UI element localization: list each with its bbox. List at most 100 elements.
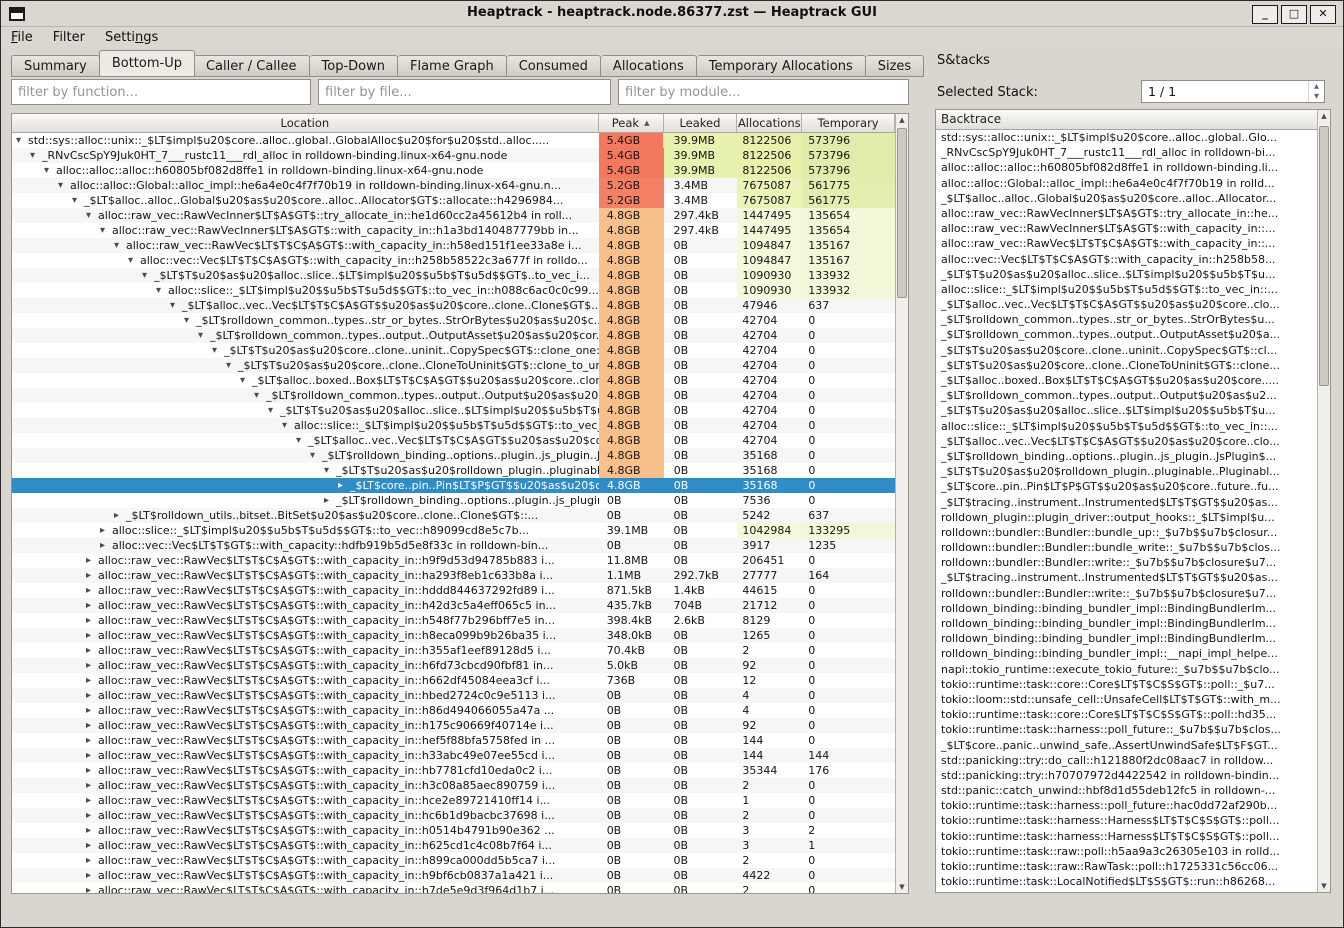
- expander-closed-icon[interactable]: ▸: [86, 703, 98, 718]
- backtrace-frame[interactable]: _$LT$alloc..boxed..Box$LT$T$C$A$GT$$u20$…: [936, 373, 1317, 388]
- backtrace-frame[interactable]: std::sys::alloc::unix::_$LT$impl$u20$cor…: [936, 130, 1317, 145]
- scroll-up-icon[interactable]: ▲: [1318, 110, 1330, 122]
- expander-open-icon[interactable]: ▾: [212, 343, 224, 358]
- column-header-leaked[interactable]: Leaked: [664, 114, 738, 133]
- table-row[interactable]: ▾_$LT$rolldown_common..types..output..Ou…: [12, 328, 895, 343]
- expander-closed-icon[interactable]: ▸: [86, 868, 98, 883]
- backtrace-frame[interactable]: _$LT$core..pin..Pin$LT$P$GT$$u20$as$u20$…: [936, 479, 1317, 494]
- tab-top-down[interactable]: Top-Down: [310, 55, 398, 77]
- table-row[interactable]: ▸_$LT$core..pin..Pin$LT$P$GT$$u20$as$u20…: [12, 478, 895, 493]
- expander-open-icon[interactable]: ▾: [240, 373, 252, 388]
- expander-closed-icon[interactable]: ▸: [86, 568, 98, 583]
- menu-settings[interactable]: Settings: [95, 27, 168, 49]
- tab-allocations[interactable]: Allocations: [601, 55, 697, 77]
- expander-open-icon[interactable]: ▾: [114, 238, 126, 253]
- expander-open-icon[interactable]: ▾: [310, 448, 322, 463]
- column-header-temporary[interactable]: Temporary: [802, 114, 895, 133]
- column-header-peak[interactable]: Peak▲: [599, 114, 664, 133]
- backtrace-frame[interactable]: alloc::alloc::Global::alloc_impl::he6a4e…: [936, 176, 1317, 191]
- table-row[interactable]: ▸alloc::raw_vec::RawVec$LT$T$C$A$GT$::wi…: [12, 733, 895, 748]
- backtrace-frame[interactable]: tokio::runtime::task::harness::poll_futu…: [936, 798, 1317, 813]
- backtrace-frame[interactable]: rolldown_plugin::plugin_driver::output_h…: [936, 510, 1317, 525]
- table-row[interactable]: ▾_$LT$alloc..alloc..Global$u20$as$u20$co…: [12, 193, 895, 208]
- expander-closed-icon[interactable]: ▸: [86, 658, 98, 673]
- backtrace-frame[interactable]: _$LT$rolldown_common..types..output..Out…: [936, 388, 1317, 403]
- expander-closed-icon[interactable]: ▸: [86, 823, 98, 838]
- table-row[interactable]: ▾_$LT$rolldown_common..types..output..Ou…: [12, 388, 895, 403]
- expander-open-icon[interactable]: ▾: [128, 253, 140, 268]
- scroll-down-icon[interactable]: ▼: [896, 881, 908, 893]
- table-row[interactable]: ▸alloc::raw_vec::RawVec$LT$T$C$A$GT$::wi…: [12, 553, 895, 568]
- table-row[interactable]: ▸_$LT$rolldown_binding..options..plugin.…: [12, 493, 895, 508]
- tab-bottom-up[interactable]: Bottom-Up: [99, 50, 195, 77]
- expander-closed-icon[interactable]: ▸: [86, 853, 98, 868]
- expander-open-icon[interactable]: ▾: [100, 223, 112, 238]
- column-header-location[interactable]: Location: [12, 114, 599, 133]
- backtrace-frame[interactable]: alloc::vec::Vec$LT$T$C$A$GT$::with_capac…: [936, 252, 1317, 267]
- table-row[interactable]: ▸alloc::raw_vec::RawVec$LT$T$C$A$GT$::wi…: [12, 673, 895, 688]
- backtrace-frame[interactable]: _$LT$alloc..vec..Vec$LT$T$C$A$GT$$u20$as…: [936, 297, 1317, 312]
- backtrace-frame[interactable]: rolldown_binding::binding_bundler_impl::…: [936, 631, 1317, 646]
- expander-closed-icon[interactable]: ▸: [114, 508, 126, 523]
- backtrace-frame[interactable]: _$LT$core..panic..unwind_safe..AssertUnw…: [936, 738, 1317, 753]
- backtrace-frame[interactable]: tokio::runtime::task::harness::Harness$L…: [936, 829, 1317, 844]
- expander-closed-icon[interactable]: ▸: [100, 538, 112, 553]
- menu-file[interactable]: File: [1, 27, 43, 49]
- expander-closed-icon[interactable]: ▸: [324, 493, 336, 508]
- minimize-button[interactable]: _: [1252, 5, 1278, 24]
- table-row[interactable]: ▸alloc::raw_vec::RawVec$LT$T$C$A$GT$::wi…: [12, 583, 895, 598]
- table-row[interactable]: ▸alloc::raw_vec::RawVec$LT$T$C$A$GT$::wi…: [12, 763, 895, 778]
- table-row[interactable]: ▾alloc::slice::_$LT$impl$u20$$u5b$T$u5d$…: [12, 418, 895, 433]
- expander-closed-icon[interactable]: ▸: [86, 808, 98, 823]
- table-scrollbar[interactable]: ▲ ▼: [895, 114, 908, 893]
- table-row[interactable]: ▾_$LT$alloc..vec..Vec$LT$T$C$A$GT$$u20$a…: [12, 433, 895, 448]
- tab-consumed[interactable]: Consumed: [507, 55, 601, 77]
- table-row[interactable]: ▾alloc::vec::Vec$LT$T$C$A$GT$::with_capa…: [12, 253, 895, 268]
- menu-filter[interactable]: Filter: [43, 27, 95, 49]
- backtrace-frame[interactable]: _$LT$tracing..instrument..Instrumented$L…: [936, 570, 1317, 585]
- backtrace-frame[interactable]: _RNvCscSpY9Juk0HT_7___rustc11___rdl_allo…: [936, 145, 1317, 160]
- backtrace-frame[interactable]: _$LT$T$u20$as$u20$alloc..slice..$LT$impl…: [936, 267, 1317, 282]
- expander-closed-icon[interactable]: ▸: [86, 613, 98, 628]
- backtrace-frame[interactable]: tokio::runtime::task::raw::poll::h5aa9a3…: [936, 844, 1317, 859]
- backtrace-frame[interactable]: alloc::slice::_$LT$impl$u20$$u5b$T$u5d$$…: [936, 282, 1317, 297]
- backtrace-frame[interactable]: alloc::raw_vec::RawVecInner$LT$A$GT$::wi…: [936, 221, 1317, 236]
- expander-closed-icon[interactable]: ▸: [86, 838, 98, 853]
- table-row[interactable]: ▸alloc::raw_vec::RawVec$LT$T$C$A$GT$::wi…: [12, 568, 895, 583]
- backtrace-scrollbar[interactable]: ▲ ▼: [1317, 110, 1330, 892]
- expander-closed-icon[interactable]: ▸: [86, 688, 98, 703]
- expander-open-icon[interactable]: ▾: [268, 403, 280, 418]
- table-row[interactable]: ▾alloc::alloc::Global::alloc_impl::he6a4…: [12, 178, 895, 193]
- expander-closed-icon[interactable]: ▸: [86, 718, 98, 733]
- table-row[interactable]: ▾alloc::slice::_$LT$impl$u20$$u5b$T$u5d$…: [12, 283, 895, 298]
- backtrace-frame[interactable]: tokio::runtime::task::harness::poll_futu…: [936, 722, 1317, 737]
- table-row[interactable]: ▸alloc::raw_vec::RawVec$LT$T$C$A$GT$::wi…: [12, 838, 895, 853]
- spin-down-icon[interactable]: ▼: [1309, 91, 1324, 101]
- backtrace-frame[interactable]: std::panicking::try::do_call::h121880f2d…: [936, 753, 1317, 768]
- expander-closed-icon[interactable]: ▸: [86, 643, 98, 658]
- table-row[interactable]: ▸alloc::raw_vec::RawVec$LT$T$C$A$GT$::wi…: [12, 658, 895, 673]
- expander-closed-icon[interactable]: ▸: [100, 523, 112, 538]
- expander-open-icon[interactable]: ▾: [72, 193, 84, 208]
- backtrace-frame[interactable]: tokio::runtime::task::harness::Harness$L…: [936, 813, 1317, 828]
- table-row[interactable]: ▾std::sys::alloc::unix::_$LT$impl$u20$co…: [12, 133, 895, 148]
- filter-function-input[interactable]: [11, 79, 311, 105]
- expander-closed-icon[interactable]: ▸: [86, 763, 98, 778]
- backtrace-frame[interactable]: alloc::slice::_$LT$impl$u20$$u5b$T$u5d$$…: [936, 419, 1317, 434]
- table-row[interactable]: ▸alloc::raw_vec::RawVec$LT$T$C$A$GT$::wi…: [12, 883, 895, 893]
- backtrace-frame[interactable]: std::panic::catch_unwind::hbf8d1d55deb12…: [936, 783, 1317, 798]
- table-row[interactable]: ▾alloc::raw_vec::RawVecInner$LT$A$GT$::w…: [12, 223, 895, 238]
- backtrace-frame[interactable]: _$LT$rolldown_common..types..str_or_byte…: [936, 312, 1317, 327]
- backtrace-frame[interactable]: std::panicking::try::h70707972d4422542 i…: [936, 768, 1317, 783]
- table-row[interactable]: ▾_$LT$T$u20$as$u20$core..clone..uninit..…: [12, 343, 895, 358]
- expander-open-icon[interactable]: ▾: [296, 433, 308, 448]
- backtrace-frame[interactable]: _$LT$alloc..vec..Vec$LT$T$C$A$GT$$u20$as…: [936, 434, 1317, 449]
- table-row[interactable]: ▸alloc::raw_vec::RawVec$LT$T$C$A$GT$::wi…: [12, 688, 895, 703]
- backtrace-frame[interactable]: rolldown::bundler::Bundler::write::_$u7b…: [936, 555, 1317, 570]
- table-row[interactable]: ▾_$LT$alloc..boxed..Box$LT$T$C$A$GT$$u20…: [12, 373, 895, 388]
- filter-module-input[interactable]: [618, 79, 909, 105]
- table-row[interactable]: ▸alloc::raw_vec::RawVec$LT$T$C$A$GT$::wi…: [12, 748, 895, 763]
- table-row[interactable]: ▸alloc::raw_vec::RawVec$LT$T$C$A$GT$::wi…: [12, 703, 895, 718]
- expander-open-icon[interactable]: ▾: [198, 328, 210, 343]
- table-row[interactable]: ▸alloc::raw_vec::RawVec$LT$T$C$A$GT$::wi…: [12, 853, 895, 868]
